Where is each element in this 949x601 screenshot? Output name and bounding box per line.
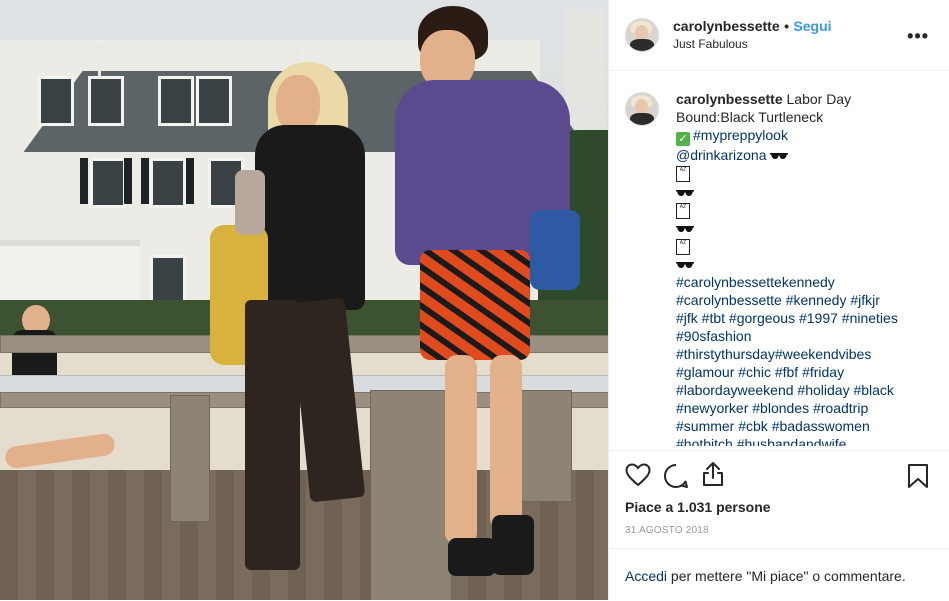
hashtag-line[interactable]: #carolynbessette #kennedy #jfkjr [676, 291, 931, 309]
likes-count[interactable]: Piace a 1.031 persone [625, 499, 771, 515]
photo-woman-turtleneck [255, 125, 365, 310]
avatar-face [635, 25, 648, 40]
post-date[interactable]: 31 AGOSTO 2018 [625, 525, 709, 536]
hashtag-line[interactable]: #carolynbessettekennedy [676, 273, 931, 291]
photo-shutter [186, 158, 194, 204]
caption-line: AZ [676, 237, 931, 255]
photo-post [370, 390, 452, 600]
avatar-body [630, 39, 654, 51]
share-icon[interactable] [701, 461, 725, 487]
caption-text: carolynbessette Labor Day Bound:Black Tu… [676, 90, 931, 446]
can-emoji-icon: AZ [676, 166, 690, 183]
sunglasses-emoji-icon [770, 153, 789, 160]
heart-icon[interactable] [625, 463, 651, 487]
photo-window [38, 76, 74, 126]
post-photo[interactable] [0, 0, 608, 600]
hashtag-link[interactable]: #mypreppylook [693, 127, 788, 143]
avatar[interactable] [625, 92, 659, 126]
more-icon[interactable]: ••• [907, 26, 929, 47]
photo-window [150, 158, 186, 208]
avatar[interactable] [625, 18, 659, 52]
hashtag-line[interactable]: #hotbitch #husbandandwife [676, 435, 931, 446]
caption-line: carolynbessette Labor Day [676, 90, 931, 108]
comment-icon[interactable] [663, 463, 689, 489]
sunglasses-emoji-icon [676, 262, 694, 269]
avatar-face [635, 99, 648, 114]
photo-man-sandal [492, 515, 534, 575]
caption-line: AZ [676, 164, 931, 183]
photo-shutter [80, 158, 88, 204]
caption-line: AZ [676, 200, 931, 219]
photo-chimney [565, 10, 605, 130]
hashtag-line[interactable]: #glamour #chic #fbf #friday [676, 363, 931, 381]
login-prompt: Accedi per mettere "Mi piace" o commenta… [625, 568, 906, 584]
avatar-body [630, 113, 654, 125]
photo-man-sandal [448, 538, 496, 576]
login-link[interactable]: Accedi [625, 568, 667, 584]
photo-window [158, 76, 194, 126]
photo-window [88, 76, 124, 126]
login-prompt-text: per mettere "Mi piace" o commentare. [667, 568, 906, 584]
photo-man-shorts [420, 250, 530, 360]
sunglasses-emoji-icon [676, 225, 694, 232]
bookmark-icon[interactable] [907, 463, 929, 489]
can-emoji-icon: AZ [676, 238, 690, 255]
hashtag-line[interactable]: #thirstythursday#weekendvibes [676, 345, 931, 363]
sunglasses-emoji-icon [676, 189, 694, 196]
post-header: carolynbessette • Segui Just Fabulous ••… [609, 0, 949, 71]
caption-line [676, 255, 931, 273]
separator-dot: • [784, 18, 789, 34]
caption-text-2: Bound:Black Turtleneck [676, 109, 824, 125]
comment-footer: Accedi per mettere "Mi piace" o commenta… [609, 548, 949, 601]
hashtag-line[interactable]: #labordayweekend #holiday #black [676, 381, 931, 399]
photo-woman-pants [245, 300, 300, 570]
caption-username[interactable]: carolynbessette [676, 91, 783, 107]
caption-line: ✓ #mypreppylook [676, 126, 931, 146]
hashtag-line[interactable]: #jfk #tbt #gorgeous #1997 #nineties [676, 309, 931, 327]
photo-window [150, 255, 186, 305]
photo-shutter [141, 158, 149, 204]
photo-post [170, 395, 210, 522]
hashtag-line[interactable]: #newyorker #blondes #roadtrip [676, 399, 931, 417]
location-link[interactable]: Just Fabulous [673, 37, 748, 51]
photo-window [90, 158, 126, 208]
post-side-panel: carolynbessette • Segui Just Fabulous ••… [608, 0, 949, 600]
can-emoji-icon: AZ [676, 202, 690, 219]
follow-button[interactable]: Segui [793, 18, 831, 34]
header-title-row: carolynbessette • Segui [673, 18, 832, 36]
caption-text-1: Labor Day [786, 91, 852, 107]
hashtag-line[interactable]: #summer #cbk #badasswomen [676, 417, 931, 435]
photo-window [196, 76, 232, 126]
post-dialog: carolynbessette • Segui Just Fabulous ••… [0, 0, 949, 600]
hashtag-line[interactable]: #90sfashion [676, 327, 931, 345]
photo-shutter [124, 158, 132, 204]
photo-man-leg [490, 355, 522, 530]
caption-line [676, 182, 931, 200]
photo-man-bag [530, 210, 580, 290]
caption-area: carolynbessette Labor Day Bound:Black Tu… [625, 90, 935, 446]
photo-man-leg [445, 355, 477, 545]
check-emoji-icon: ✓ [676, 132, 690, 146]
caption-line: @drinkarizona [676, 146, 931, 164]
mention-link[interactable]: @drinkarizona [676, 147, 766, 163]
caption-line [676, 219, 931, 237]
photo-bottle [235, 170, 265, 235]
username-link[interactable]: carolynbessette [673, 18, 780, 34]
